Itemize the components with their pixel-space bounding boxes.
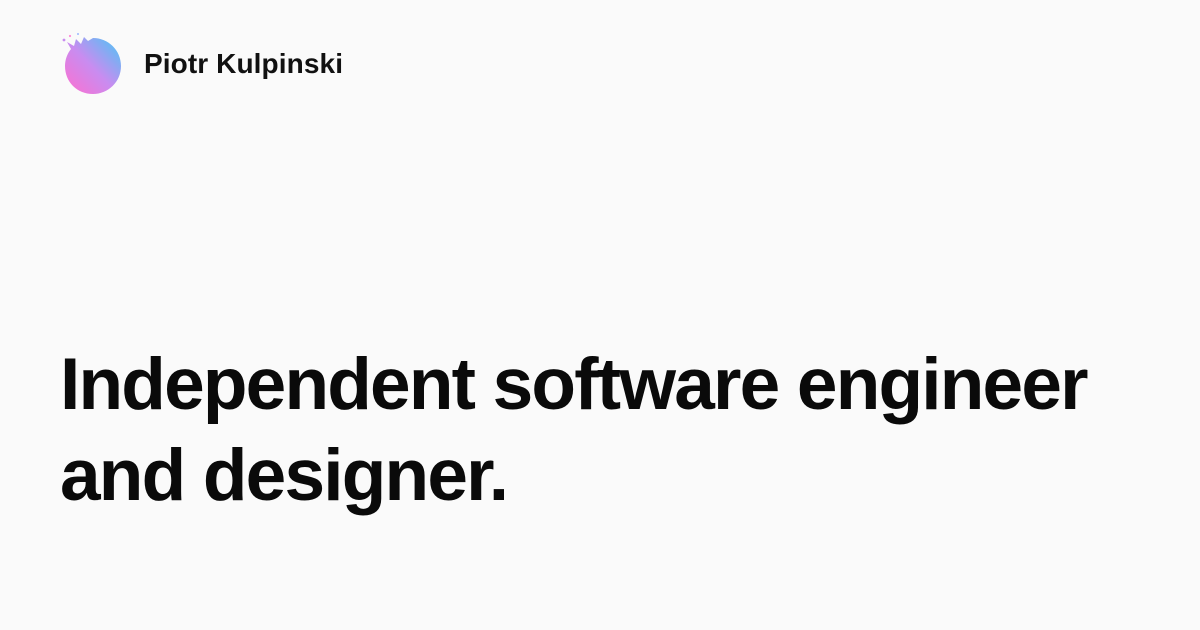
brand-header[interactable]: Piotr Kulpinski	[60, 32, 343, 96]
headline: Independent software engineer and design…	[60, 339, 1160, 521]
headline-line-2: and designer.	[60, 435, 509, 516]
headline-line-1: Independent software engineer	[60, 344, 1089, 425]
author-name: Piotr Kulpinski	[144, 48, 344, 79]
social-card: Piotr Kulpinski Independent software eng…	[0, 0, 1200, 630]
gradient-avatar-icon	[62, 33, 121, 94]
